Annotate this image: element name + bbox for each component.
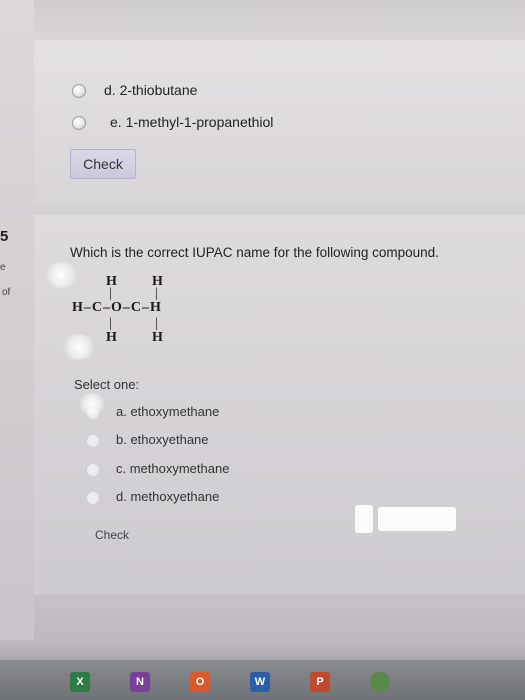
page-top-area xyxy=(34,0,525,40)
option-label-e-prev: e. 1-methyl-1-propanethiol xyxy=(110,114,274,130)
option-label-b: b. ethoxyethane xyxy=(116,432,209,447)
select-one-label: Select one: xyxy=(74,377,140,392)
radio-option-c[interactable] xyxy=(86,463,100,477)
chrome-icon[interactable] xyxy=(370,672,390,692)
previous-question-panel xyxy=(34,40,525,205)
powerpoint-icon[interactable]: P xyxy=(310,672,330,692)
word-icon[interactable]: W xyxy=(250,672,270,692)
struct-bottom-h1: H xyxy=(106,330,117,345)
sidebar-fragment-of: of xyxy=(2,287,11,298)
light-glare xyxy=(78,393,106,415)
light-glare xyxy=(44,262,78,288)
radio-option-d-prev[interactable] xyxy=(72,84,86,98)
screen-reflection xyxy=(355,505,373,533)
struct-bottom-h2: H xyxy=(152,330,163,345)
onenote-icon[interactable]: N xyxy=(130,672,150,692)
left-sidebar-strip xyxy=(0,0,34,640)
option-label-c: c. methoxymethane xyxy=(116,461,230,476)
option-label-d-prev: d. 2-thiobutane xyxy=(104,82,198,98)
office-icon[interactable]: O xyxy=(190,672,210,692)
question-text: Which is the correct IUPAC name for the … xyxy=(70,245,439,260)
sidebar-fragment: e xyxy=(0,262,6,273)
option-label-a: a. ethoxymethane xyxy=(116,404,220,419)
check-button-prev[interactable]: Check xyxy=(70,149,136,179)
option-label-d: d. methoxyethane xyxy=(116,489,220,504)
radio-option-b[interactable] xyxy=(86,434,100,448)
radio-option-e-prev[interactable] xyxy=(72,116,86,130)
question-number: 5 xyxy=(0,228,9,245)
screen-reflection xyxy=(378,507,456,531)
struct-main-chain: H–C–O–C–H xyxy=(72,300,162,315)
radio-option-d[interactable] xyxy=(86,491,100,505)
excel-icon[interactable]: X xyxy=(70,672,90,692)
light-glare xyxy=(62,334,96,360)
check-button[interactable]: Check xyxy=(95,528,129,542)
